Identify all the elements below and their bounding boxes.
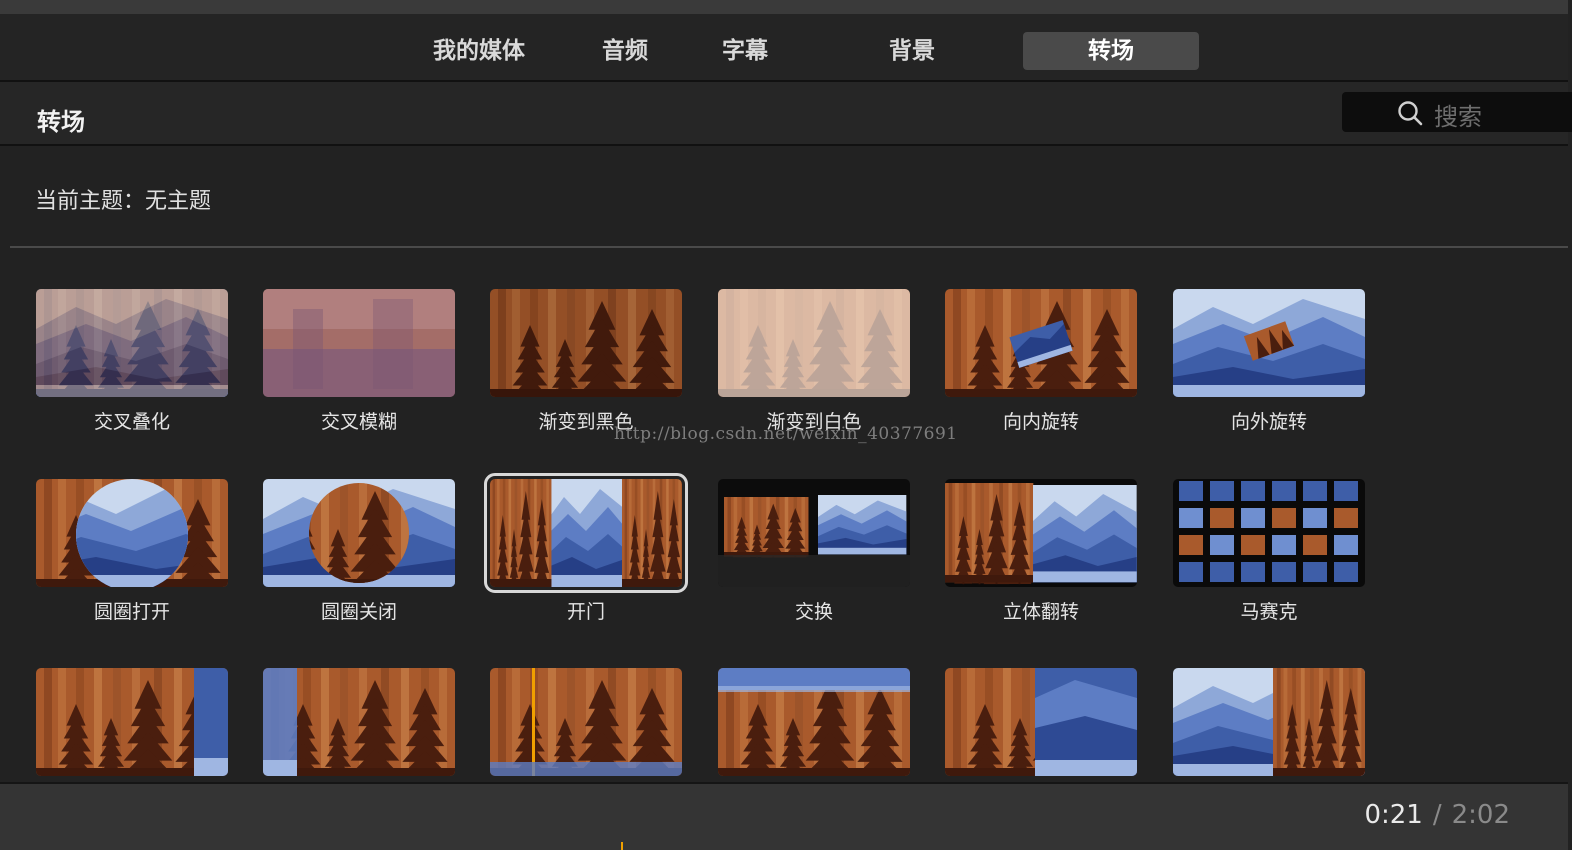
transition-thumbnail[interactable] (36, 289, 228, 397)
page-title: 转场 (37, 108, 85, 136)
transition-label: 马赛克 (1240, 601, 1298, 623)
transition-thumbnail[interactable] (36, 479, 228, 587)
transition-thumbnail[interactable] (718, 289, 910, 397)
transition-tile[interactable]: 圆圈打开 (36, 479, 228, 623)
transition-tile[interactable] (718, 668, 910, 776)
browser-header: 转场 搜索 (0, 82, 1572, 146)
transition-tile[interactable] (263, 668, 455, 776)
search-input[interactable]: 搜索 (1434, 97, 1482, 132)
section-divider (10, 246, 1568, 248)
transition-thumbnail[interactable] (484, 473, 688, 593)
transition-thumbnail[interactable] (718, 668, 910, 776)
transition-thumbnail[interactable] (490, 668, 682, 776)
transition-tile[interactable] (490, 668, 682, 776)
transition-thumbnail[interactable] (1173, 479, 1365, 587)
timeline-footer: 0:21 / 2:02 (0, 782, 1568, 850)
transition-label: 向内旋转 (1002, 411, 1079, 433)
transition-tile[interactable] (945, 668, 1137, 776)
timecode: 0:21 / 2:02 (1364, 800, 1510, 830)
transition-tile[interactable] (36, 668, 228, 776)
search-field[interactable]: 搜索 (1342, 92, 1572, 132)
watermark: http://blog.csdn.net/weixin_40377691 (614, 424, 958, 444)
transition-label: 圆圈关闭 (320, 601, 397, 623)
transition-tile[interactable] (1173, 668, 1365, 776)
transition-thumbnail[interactable] (1173, 668, 1365, 776)
title-bar-strip (0, 0, 1568, 14)
transition-thumbnail[interactable] (36, 668, 228, 776)
tab-backgrounds[interactable]: 背景 (872, 32, 952, 70)
transition-thumbnail[interactable] (490, 289, 682, 397)
time-separator: / (1432, 800, 1442, 830)
transition-label: 圆圈打开 (93, 601, 170, 623)
transition-label: 交叉模糊 (320, 411, 397, 433)
transition-label: 开门 (566, 601, 605, 623)
transition-thumbnail[interactable] (263, 668, 455, 776)
transition-tile[interactable]: 交换 (718, 479, 910, 623)
transition-label: 立体翻转 (1002, 601, 1079, 623)
tab-audio[interactable]: 音频 (585, 32, 665, 70)
transition-thumbnail[interactable] (263, 479, 455, 587)
tab-my-media[interactable]: 我的媒体 (416, 32, 542, 70)
current-theme-label: 当前主题：无主题 (35, 189, 212, 214)
transition-thumbnail[interactable] (945, 289, 1137, 397)
transition-tile[interactable]: 向内旋转 (945, 289, 1137, 433)
tab-transitions[interactable]: 转场 (1023, 32, 1199, 70)
transition-tile[interactable]: 立体翻转 (945, 479, 1137, 623)
playhead-marker (621, 842, 623, 850)
transition-tile[interactable]: 开门 (484, 473, 688, 623)
transition-thumbnail[interactable] (945, 668, 1137, 776)
tab-titles[interactable]: 字幕 (705, 32, 785, 70)
transition-tile[interactable]: 向外旋转 (1173, 289, 1365, 433)
transition-tile[interactable]: 圆圈关闭 (263, 479, 455, 623)
transition-thumbnail[interactable] (263, 289, 455, 397)
transition-thumbnail[interactable] (718, 479, 910, 587)
current-time: 0:21 (1364, 800, 1423, 830)
transition-tile[interactable]: 交叉叠化 (36, 289, 228, 433)
transition-tile[interactable]: 渐变到白色 (718, 289, 910, 433)
tab-bar: 我的媒体 音频 字幕 背景 转场 (0, 14, 1568, 82)
transition-thumbnail[interactable] (1173, 289, 1365, 397)
transition-thumbnail[interactable] (945, 479, 1137, 587)
transition-tile[interactable]: 交叉模糊 (263, 289, 455, 433)
search-icon (1398, 101, 1423, 126)
transition-label: 向外旋转 (1230, 411, 1307, 433)
transition-label: 交换 (794, 601, 833, 623)
transition-tile[interactable]: 马赛克 (1173, 479, 1365, 623)
total-time: 2:02 (1451, 800, 1510, 830)
transition-label: 交叉叠化 (93, 411, 170, 433)
transition-tile[interactable]: 渐变到黑色 (490, 289, 682, 433)
